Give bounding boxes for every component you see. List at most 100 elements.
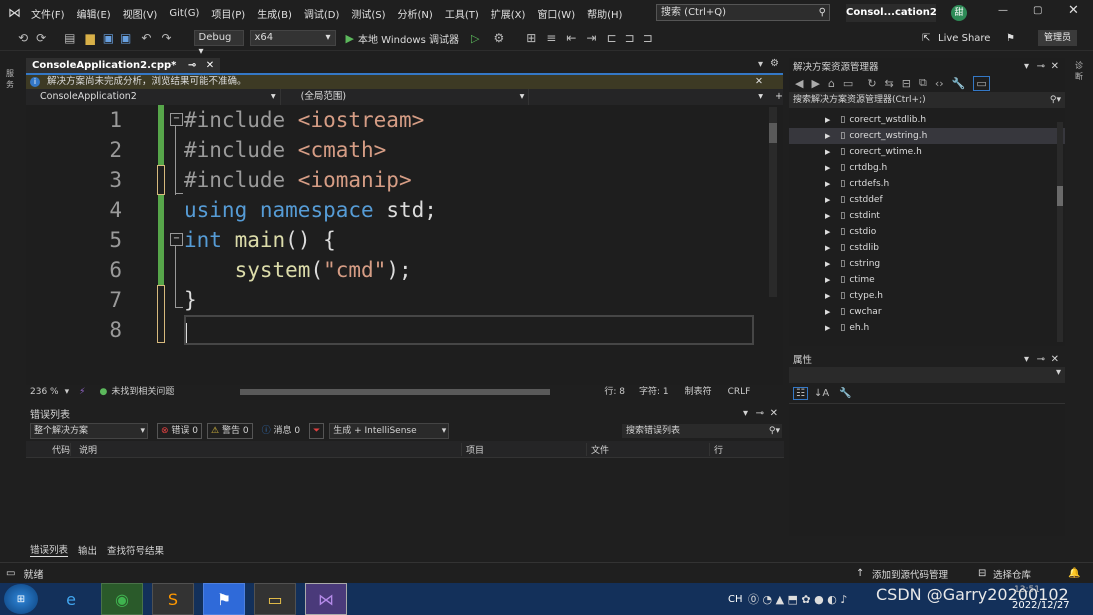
- menu-item[interactable]: Git(G): [169, 8, 199, 19]
- properties-icon[interactable]: 🔧: [952, 77, 966, 90]
- maximize-icon[interactable]: ▢: [1033, 5, 1042, 16]
- tree-item[interactable]: ▶ ▯ crtdbg.h: [789, 160, 1065, 176]
- home-icon[interactable]: ⌂: [828, 77, 835, 90]
- project-dropdown[interactable]: ConsoleApplication2 ▾: [26, 89, 281, 105]
- expand-icon[interactable]: ▶: [825, 116, 830, 124]
- expand-icon[interactable]: ▶: [825, 212, 830, 220]
- build-select[interactable]: 生成 + IntelliSense ▾: [329, 423, 450, 439]
- code-icon[interactable]: ‹›: [935, 77, 944, 90]
- live-share-button[interactable]: Live Share: [938, 33, 990, 44]
- expand-icon[interactable]: ▶: [825, 324, 830, 332]
- tree-item[interactable]: ▶ ▯ cstring: [789, 256, 1065, 272]
- menu-item[interactable]: 编辑(E): [77, 6, 111, 21]
- tree-scrollbar[interactable]: [1057, 122, 1063, 342]
- vertical-scrollbar[interactable]: [769, 107, 777, 297]
- column-header[interactable]: 说明: [75, 442, 462, 456]
- config-select[interactable]: Debug ▾: [193, 30, 244, 57]
- pin-icon[interactable]: ⊸: [188, 60, 196, 71]
- panel-close-icon[interactable]: ✕: [1051, 354, 1059, 365]
- member-dropdown[interactable]: ▾: [529, 89, 767, 105]
- refresh-icon[interactable]: ↻: [867, 77, 876, 90]
- forward-icon[interactable]: ▶: [811, 77, 819, 90]
- collapse-icon[interactable]: −: [170, 113, 183, 126]
- panel-pin-icon[interactable]: ⊸: [1037, 61, 1045, 72]
- expand-icon[interactable]: ▶: [825, 196, 830, 204]
- save-icon[interactable]: ▣: [103, 31, 114, 45]
- column-header[interactable]: 行: [710, 443, 754, 456]
- error-search-input[interactable]: 搜索错误列表 ⚲▾: [622, 424, 782, 438]
- sublime-icon[interactable]: S: [152, 583, 194, 615]
- menu-item[interactable]: 视图(V): [123, 6, 158, 21]
- menu-item[interactable]: 测试(S): [351, 6, 385, 21]
- current-line[interactable]: [184, 315, 754, 345]
- expand-icon[interactable]: ▶: [825, 276, 830, 284]
- split-icon[interactable]: +: [775, 89, 783, 105]
- platform-select[interactable]: x64 ▾: [249, 30, 336, 46]
- tool-icon[interactable]: ⚙: [493, 31, 504, 45]
- menu-item[interactable]: 工具(T): [445, 6, 479, 21]
- tree-item[interactable]: ▶ ▯ cstdio: [789, 224, 1065, 240]
- ie-icon[interactable]: e: [50, 583, 92, 615]
- tabs-mode[interactable]: 制表符: [685, 385, 712, 399]
- horizontal-scrollbar[interactable]: [240, 389, 551, 395]
- visual-studio-icon[interactable]: ⋈: [305, 583, 347, 615]
- expand-icon[interactable]: ▶: [825, 228, 830, 236]
- object-select[interactable]: ▾: [789, 367, 1065, 383]
- sync-icon[interactable]: ⇆: [885, 77, 894, 90]
- diagnostic-tools-tab[interactable]: 诊断: [1075, 60, 1085, 82]
- close-icon[interactable]: ✕: [1068, 3, 1079, 18]
- panel-close-icon[interactable]: ✕: [770, 408, 778, 419]
- switch-view-icon[interactable]: ▭: [843, 77, 853, 90]
- filter-icon[interactable]: ⏷: [309, 423, 325, 439]
- expand-icon[interactable]: ▶: [825, 292, 830, 300]
- warnings-filter[interactable]: ⚠ 警告 0: [207, 423, 253, 439]
- bookmark-next-icon[interactable]: ⊐: [643, 31, 653, 45]
- panel-menu-icon[interactable]: ▾: [743, 408, 748, 419]
- solution-search-input[interactable]: 搜索解决方案资源管理器(Ctrl+;) ⚲▾: [789, 92, 1065, 108]
- redo-icon[interactable]: ↷: [161, 31, 171, 45]
- zoom-level[interactable]: 236 %: [30, 385, 59, 399]
- tree-item[interactable]: ▶ ▯ cstdlib: [789, 240, 1065, 256]
- notifications-icon[interactable]: 🔔: [1068, 568, 1080, 579]
- panel-pin-icon[interactable]: ⊸: [1037, 354, 1045, 365]
- server-explorer-tab[interactable]: 服务: [6, 68, 16, 90]
- tab-close-icon[interactable]: ✕: [206, 60, 214, 71]
- tab-find-symbol[interactable]: 查找符号结果: [107, 543, 164, 557]
- tree-item[interactable]: ▶ ▯ corecrt_wstring.h: [789, 128, 1065, 144]
- code-area[interactable]: 1 2 3 4 5 6 7 8 − − #include <iostream> #includ…: [26, 105, 783, 377]
- tab-error-list[interactable]: 错误列表: [30, 542, 69, 557]
- format-icon[interactable]: ≡: [546, 31, 556, 45]
- outdent-icon[interactable]: ⇥: [586, 31, 596, 45]
- column-header[interactable]: 代码: [26, 442, 71, 456]
- menu-item[interactable]: 扩展(X): [491, 6, 526, 21]
- start-button[interactable]: ⊞: [4, 584, 38, 614]
- tree-item[interactable]: ▶ ▯ ctime: [789, 272, 1065, 288]
- settings-icon[interactable]: ⚙: [770, 58, 779, 69]
- panel-close-icon[interactable]: ✕: [1051, 61, 1059, 72]
- tree-item[interactable]: ▶ ▯ cstdint: [789, 208, 1065, 224]
- tree-item[interactable]: ▶ ▯ cwchar: [789, 304, 1065, 320]
- expand-icon[interactable]: ▶: [825, 260, 830, 268]
- bookmark-prev-icon[interactable]: ⊐: [625, 31, 635, 45]
- tree-item[interactable]: ▶ ▯ ctype.h: [789, 288, 1065, 304]
- bookmark-icon[interactable]: ⊏: [606, 31, 616, 45]
- expand-icon[interactable]: ▶: [825, 308, 830, 316]
- info-close-icon[interactable]: ✕: [755, 75, 763, 89]
- open-icon[interactable]: ▆: [85, 31, 94, 45]
- panel-menu-icon[interactable]: ▾: [1024, 61, 1029, 72]
- back-icon[interactable]: ⟲: [18, 31, 28, 45]
- property-pages-icon[interactable]: 🔧: [839, 388, 851, 399]
- indent-icon[interactable]: ⇤: [566, 31, 576, 45]
- column-header[interactable]: 文件: [587, 442, 710, 456]
- line-endings[interactable]: CRLF: [728, 385, 751, 399]
- collapse-icon[interactable]: −: [170, 233, 183, 246]
- menu-item[interactable]: 分析(N): [398, 6, 433, 21]
- tab-output[interactable]: 输出: [78, 543, 97, 557]
- file-explorer-icon[interactable]: ▭: [254, 583, 296, 615]
- run-no-debug-icon[interactable]: ▷: [471, 32, 479, 45]
- minimize-icon[interactable]: —: [998, 5, 1008, 16]
- tree-item[interactable]: ▶ ▯ crtdefs.h: [789, 176, 1065, 192]
- editor-tab[interactable]: ConsoleApplication2.cpp* ⊸ ✕: [26, 58, 221, 73]
- expand-icon[interactable]: ▶: [825, 164, 830, 172]
- tab-list-icon[interactable]: ▾: [758, 59, 763, 70]
